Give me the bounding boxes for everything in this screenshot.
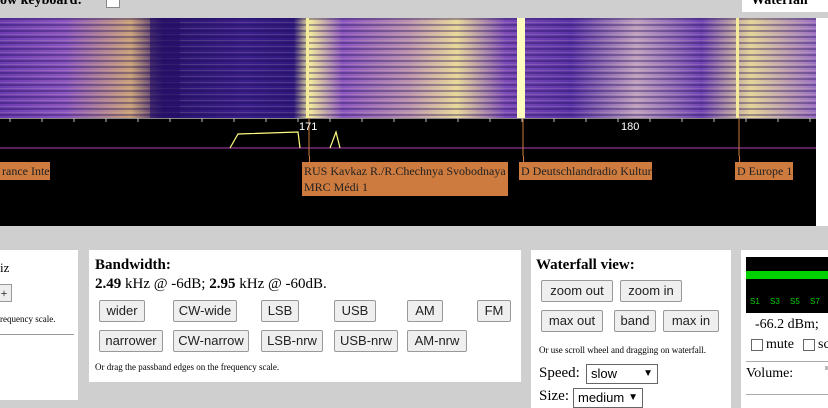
wider-button[interactable]: wider [99,300,145,322]
waterfall-image [0,18,816,118]
show-keyboard-checkbox[interactable] [106,0,120,8]
signal-audio-panel: S1 S3 S5 S7 S9 -66.2 dBm; mute sc Volume… [741,250,828,408]
fm-button[interactable]: FM [477,300,511,322]
s-meter-label-s3: S3 [770,297,780,306]
speed-label: Speed: [539,365,580,381]
bandwidth-readout: 2.49 kHz @ -6dB; 2.95 kHz @ -60dB. [95,276,327,293]
station-label-medi1[interactable]: MRC Médi 1 [302,178,508,196]
s-meter: S1 S3 S5 S7 S9 [746,257,828,313]
station-labels-area: rance Inter RUS Kavkaz R./R.Chechnya Svo… [0,156,816,226]
bandwidth-hint: Or drag the passband edges on the freque… [95,362,280,372]
show-keyboard-label: ow keyboard: [0,0,83,8]
max-in-button[interactable]: max in [663,310,719,332]
bandwidth-6db-text: kHz @ -6dB; [121,276,210,292]
frequency-step-plus-button[interactable]: + [0,284,12,302]
station-label-france-inter[interactable]: rance Inter [0,162,50,180]
waterfall-view-hint: Or use scroll wheel and dragging on wate… [539,345,706,355]
bandwidth-title: Bandwidth: [95,257,171,273]
usb-narrow-button[interactable]: USB-nrw [334,330,398,352]
s-meter-label-s7: S7 [810,297,820,306]
am-narrow-button[interactable]: AM-nrw [407,330,467,352]
station-label-europe1[interactable]: D Europe 1 [735,162,793,180]
size-select[interactable]: medium ▼ [573,388,643,408]
chevron-down-icon: ▼ [628,392,638,403]
bandwidth-60db-text: kHz @ -60dB. [235,276,327,292]
s-meter-bar [746,271,828,279]
cw-narrow-button[interactable]: CW-narrow [173,330,249,352]
frequency-unit-text: iz [0,260,10,275]
frequency-panel-divider [0,334,74,335]
waterfall-display[interactable] [0,18,816,118]
audio-divider-bottom [746,394,828,395]
passband-outline [229,131,301,149]
cw-wide-button[interactable]: CW-wide [173,300,237,322]
waterfall-view-title: Waterfall view: [536,257,635,273]
tick-label-171: 171 [299,121,318,133]
bandwidth-panel: Bandwidth: 2.49 kHz @ -6dB; 2.95 kHz @ -… [89,250,521,382]
bandwidth-60db-value: 2.95 [209,276,236,292]
speed-select[interactable]: slow ▼ [586,364,658,384]
usb-button[interactable]: USB [334,300,376,322]
speed-select-value: slow [591,366,618,381]
lsb-narrow-button[interactable]: LSB-nrw [261,330,323,352]
passband-outline-right [329,129,341,149]
bandwidth-6db-value: 2.49 [95,276,122,292]
top-strip: ow keyboard: Waterfall [0,0,828,18]
waterfall-view-panel: Waterfall view: zoom out zoom in max out… [531,250,731,408]
s-meter-label-s5: S5 [790,297,800,306]
mute-label: mute [766,337,794,352]
zoom-out-button[interactable]: zoom out [541,280,613,302]
frequency-scale[interactable]: 171 180 [0,118,816,156]
audio-divider [746,361,828,362]
size-select-value: medium [578,390,625,405]
squelch-label: sc [818,337,828,352]
s-meter-label-s1: S1 [750,297,760,306]
frequency-panel: iz + requency scale. [0,250,78,400]
mute-checkbox[interactable] [751,339,763,351]
websdr-page: ow keyboard: Waterfall 171 180 rance Int… [0,0,828,408]
lsb-button[interactable]: LSB [261,300,299,322]
frequency-hint: requency scale. [0,314,56,324]
narrower-button[interactable]: narrower [99,330,163,352]
squelch-checkbox[interactable] [803,339,815,351]
signal-level-readout: -66.2 dBm; [755,317,819,332]
tick-label-180: 180 [621,121,640,133]
max-out-button[interactable]: max out [541,310,603,332]
right-scroll-strip [816,18,828,226]
scale-graphics [0,118,816,156]
zoom-in-button[interactable]: zoom in [620,280,682,302]
waterfall-header-label: Waterfall [751,0,808,8]
am-button[interactable]: AM [407,300,443,322]
band-button[interactable]: band [614,310,656,332]
chevron-down-icon: ▼ [643,368,653,379]
volume-label: Volume: [746,366,794,381]
station-label-deutschlandradio[interactable]: D Deutschlandradio Kultur [519,162,652,180]
size-label: Size: [539,388,569,404]
